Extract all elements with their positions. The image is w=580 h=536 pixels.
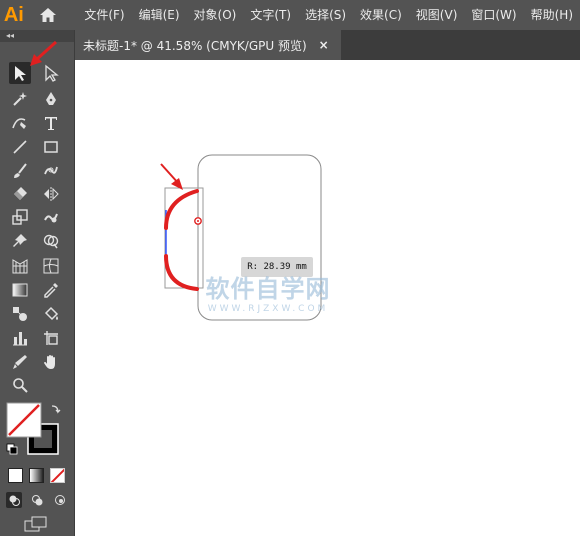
perspective-grid-icon [12,259,28,274]
bar-graph-icon [13,332,27,346]
warp-icon [44,213,58,223]
close-tab-button[interactable]: × [319,38,329,52]
puppet-warp-tool[interactable] [9,230,31,252]
menu-object[interactable]: 对象(O) [187,0,244,30]
eyedropper-tool[interactable] [40,279,62,301]
home-button[interactable] [28,0,68,30]
menu-view[interactable]: 视图(V) [409,0,465,30]
screen-mode-button[interactable] [24,516,48,535]
shape-builder-tool[interactable] [40,230,62,252]
tools-panel: ◂◂ [0,30,75,536]
type-tool[interactable] [40,112,62,134]
annotation-arrow-icon [30,40,58,66]
fill-stroke-swatches[interactable] [4,400,68,460]
eraser-tool[interactable] [9,183,31,205]
rectangle-icon [44,141,58,153]
type-t-icon [45,117,57,130]
curvature-tool[interactable] [9,112,31,134]
hand-icon [44,355,55,369]
shaper-icon [44,166,58,175]
hand-tool[interactable] [40,351,62,373]
live-paint-bucket-tool[interactable] [40,303,62,325]
corner-radius-readout: R: 28.39 mm [241,257,313,277]
menu-effect[interactable]: 效果(C) [353,0,409,30]
mesh-tool[interactable] [40,255,62,277]
line-segment-tool[interactable] [9,136,31,158]
color-button[interactable] [8,468,23,483]
shape-builder-icon [43,234,59,249]
mesh-icon [43,258,59,274]
top-corner-arc [164,189,199,230]
curvature-pen-icon [12,118,26,129]
gradient-tool[interactable] [9,279,31,301]
document-tab-bar: 未标题-1* @ 41.58% (CMYK/GPU 预览) × [75,30,580,60]
eraser-icon [14,187,27,200]
artboard-tool[interactable] [40,327,62,349]
menu-window[interactable]: 窗口(W) [464,0,523,30]
none-button[interactable] [50,468,65,483]
menu-edit[interactable]: 编辑(E) [132,0,187,30]
gradient-button[interactable] [29,468,44,483]
screen-mode-icon [24,516,47,532]
blend-icon [13,307,27,321]
menu-type[interactable]: 文字(T) [243,0,298,30]
pin-icon [13,234,27,247]
rectangle-tool[interactable] [40,136,62,158]
perspective-grid-tool[interactable] [9,255,31,277]
warp-tool[interactable] [40,206,62,228]
swap-arrow-icon [51,405,61,414]
blend-tool[interactable] [9,303,31,325]
zoom-magnifier-icon [13,378,28,393]
document-tab-title: 未标题-1* @ 41.58% (CMYK/GPU 预览) [83,38,307,53]
reflect-icon [44,187,59,201]
menu-bar: Ai 文件(F) 编辑(E) 对象(O) 文字(T) 选择(S) 效果(C) 视… [0,0,580,30]
shaper-tool[interactable] [40,160,62,182]
app-logo: Ai [3,4,24,26]
draw-behind-button[interactable] [29,492,45,508]
slice-tool[interactable] [9,351,31,373]
artboard-icon [44,331,58,345]
menu-file[interactable]: 文件(F) [77,0,131,30]
watermark-title: 软件自学网 [205,275,331,303]
watermark: 软件自学网 WWW.RJZXW.COM [193,275,343,320]
home-icon [39,8,56,22]
menu-select[interactable]: 选择(S) [298,0,353,30]
gradient-icon [12,283,28,297]
paintbrush-tool[interactable] [9,160,31,182]
draw-normal-button[interactable] [6,492,22,508]
magic-wand-tool[interactable] [9,88,31,110]
column-graph-tool[interactable] [9,327,31,349]
eyedropper-icon [44,283,58,298]
reflect-tool[interactable] [40,183,62,205]
zoom-tool[interactable] [9,374,31,396]
slice-knife-icon [13,355,27,369]
paintbrush-icon [14,163,27,178]
menu-help[interactable]: 帮助(H) [524,0,580,30]
document-tab[interactable]: 未标题-1* @ 41.58% (CMYK/GPU 预览) × [75,30,341,60]
magic-wand-icon [13,92,27,106]
draw-inside-button[interactable] [52,492,68,508]
scale-tool[interactable] [9,206,31,228]
color-mode-buttons [8,468,70,484]
artboard-canvas[interactable]: R: 28.39 mm 软件自学网 WWW.RJZXW.COM [75,60,580,536]
scale-icon [12,209,28,225]
watermark-url: WWW.RJZXW.COM [207,304,329,314]
paint-bucket-icon [44,306,59,321]
pen-icon [46,92,56,105]
line-segment-icon [13,140,27,154]
draw-mode-buttons [6,492,70,508]
pen-tool[interactable] [40,88,62,110]
